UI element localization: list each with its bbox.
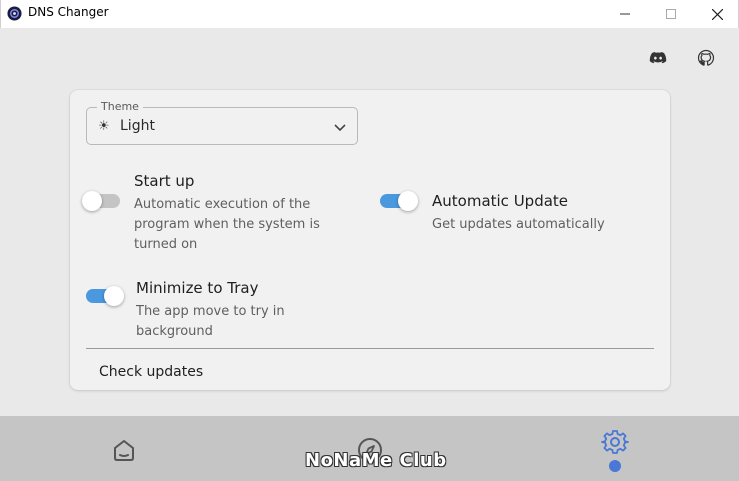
watermark-text: NoNaMe Club [305,450,447,471]
startup-title: Start up [134,172,195,190]
minimize-tray-title: Minimize to Tray [136,279,259,297]
minimize-icon [620,13,630,15]
startup-toggle[interactable] [82,191,120,211]
discord-icon[interactable] [649,49,667,67]
active-indicator-dot [609,460,621,472]
title-bar: DNS Changer [0,0,739,28]
startup-description: Automatic execution of the program when … [134,197,320,252]
auto-update-toggle[interactable] [380,191,418,211]
settings-card: Theme ☀ Light Start up Automatic executi… [70,90,670,390]
toggle-knob [104,286,124,306]
github-icon[interactable] [697,49,715,67]
theme-value: Light [120,118,155,134]
window-title: DNS Changer [28,5,109,19]
settings-gear-icon[interactable] [601,428,629,456]
dns-changer-app-icon [7,6,22,21]
bottom-navigation: NoNaMe Club [0,416,739,481]
sun-icon: ☀ [98,119,110,134]
close-icon [711,8,723,20]
divider [86,348,654,349]
theme-select[interactable]: Theme ☀ Light [86,100,358,145]
minimize-button[interactable] [602,0,648,28]
maximize-button[interactable] [648,0,694,28]
toggle-knob [398,191,418,211]
minimize-tray-description: The app move to try in background [136,304,285,339]
home-icon[interactable] [110,436,138,464]
theme-label: Theme [97,100,143,113]
check-updates-button[interactable]: Check updates [99,364,203,380]
toggle-knob [82,191,102,211]
auto-update-description: Get updates automatically [432,217,605,232]
minimize-tray-toggle[interactable] [86,286,124,306]
chevron-down-icon [334,124,346,132]
maximize-icon [666,9,676,19]
close-button[interactable] [694,0,739,28]
app-client-area: Theme ☀ Light Start up Automatic executi… [0,28,739,481]
auto-update-title: Automatic Update [432,192,569,210]
